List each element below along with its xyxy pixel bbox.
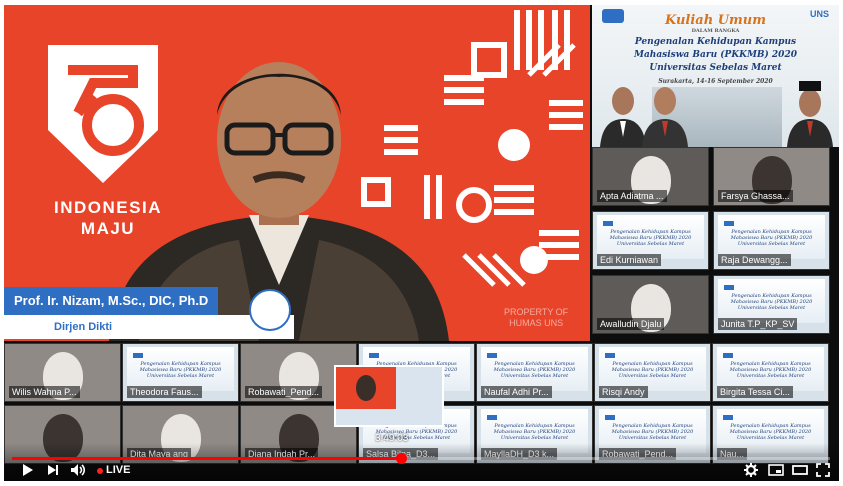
slide-logo	[724, 221, 734, 226]
participant-name: Junita T.P_KP_SV	[718, 318, 798, 330]
slide-text: Pengenalan Kehidupan Kampus Mahasiswa Ba…	[730, 229, 813, 247]
poster-line1: Pengenalan Kehidupan Kampus	[634, 37, 797, 47]
slide-text: Pengenalan Kehidupan Kampus Mahasiswa Ba…	[493, 423, 576, 441]
seek-preview-thumbnail	[334, 365, 444, 427]
theater-icon[interactable]	[792, 463, 808, 480]
slide-text: Pengenalan Kehidupan Kampus Mahasiswa Ba…	[611, 423, 694, 441]
slide-logo	[724, 285, 734, 290]
slide-logo	[603, 221, 613, 226]
participant-name: Robawati_Pend...	[245, 386, 323, 398]
watermark-line2: HUMAS UNS	[509, 318, 564, 328]
participant-tile: Pengenalan Kehidupan Kampus Mahasiswa Ba…	[122, 343, 239, 402]
watermark-line1: PROPERTY OF	[504, 307, 569, 317]
shared-slide: Pengenalan Kehidupan Kampus Mahasiswa Ba…	[597, 215, 704, 259]
slide-text: Pengenalan Kehidupan Kampus Mahasiswa Ba…	[139, 361, 222, 379]
slide-text: Pengenalan Kehidupan Kampus Mahasiswa Ba…	[493, 361, 576, 379]
participant-tile: Pengenalan Kehidupan Kampus Mahasiswa Ba…	[712, 343, 829, 402]
poster-portrait-2	[642, 87, 688, 147]
event-poster: UNS Kuliah Umum DALAM RANGKA Pengenalan …	[592, 5, 839, 147]
slide-text: Pengenalan Kehidupan Kampus Mahasiswa Ba…	[729, 361, 812, 379]
participant-tile: Wilis Wahna P...	[4, 343, 121, 402]
participant-name: Edi Kurniawan	[597, 254, 662, 266]
video-player[interactable]: INDONESIA MAJU Prof. Ir. Nizam, M.Sc., D…	[4, 5, 839, 481]
participant-tile: Pengenalan Kehidupan Kampus Mahasiswa Ba…	[713, 211, 830, 270]
slide-text: Pengenalan Kehidupan Kampus Mahasiswa Ba…	[609, 229, 692, 247]
shared-slide: Pengenalan Kehidupan Kampus Mahasiswa Ba…	[599, 347, 706, 391]
participant-tile: Farsya Ghassa...	[713, 147, 830, 206]
uns-logo	[249, 289, 291, 331]
participant-tile: Pengenalan Kehidupan Kampus Mahasiswa Ba…	[713, 275, 830, 334]
participant-name: Wilis Wahna P...	[9, 386, 80, 398]
slide-logo	[133, 353, 143, 358]
participant-name: Naufal Adhi Pr...	[481, 386, 552, 398]
participant-tile: Pengenalan Kehidupan Kampus Mahasiswa Ba…	[476, 343, 593, 402]
shared-slide: Pengenalan Kehidupan Kampus Mahasiswa Ba…	[481, 347, 588, 391]
poster-line3: Universitas Sebelas Maret	[649, 63, 782, 73]
participant-name: Apta Adiatma ...	[597, 190, 667, 202]
preview-person	[356, 375, 376, 401]
participant-tile: Apta Adiatma ...	[592, 147, 709, 206]
shared-slide: Pengenalan Kehidupan Kampus Mahasiswa Ba…	[718, 279, 825, 323]
slide-text: Pengenalan Kehidupan Kampus Mahasiswa Ba…	[730, 293, 813, 311]
progress-bar[interactable]	[12, 453, 830, 464]
slide-logo	[487, 353, 497, 358]
live-label[interactable]: LIVE	[106, 464, 130, 476]
poster-portrait-3	[787, 81, 833, 147]
shared-slide: Pengenalan Kehidupan Kampus Mahasiswa Ba…	[127, 347, 234, 391]
play-icon[interactable]	[20, 463, 34, 480]
participant-name: Raja Dewangg...	[718, 254, 791, 266]
fullscreen-icon[interactable]	[816, 463, 830, 480]
progress-fill	[12, 457, 401, 460]
player-controls: LIVE	[4, 443, 839, 481]
settings-icon[interactable]	[744, 463, 758, 480]
participant-tile: Pengenalan Kehidupan Kampus Mahasiswa Ba…	[592, 211, 709, 270]
progress-scrubber[interactable]	[395, 453, 407, 464]
slide-logo	[605, 353, 615, 358]
slide-logo	[487, 415, 497, 420]
speaker-video: INDONESIA MAJU Prof. Ir. Nizam, M.Sc., D…	[4, 5, 590, 341]
participant-name: Theodora Faus...	[127, 386, 202, 398]
poster-portrait-1	[600, 87, 646, 147]
volume-icon[interactable]	[70, 463, 86, 480]
slide-logo	[369, 353, 379, 358]
slide-logo	[723, 415, 733, 420]
miniplayer-icon[interactable]	[768, 463, 784, 480]
participant-name: Awalludin Djalu	[597, 318, 665, 330]
participant-name: Birgita Tessa Ci...	[717, 386, 793, 398]
participant-tile: Pengenalan Kehidupan Kampus Mahasiswa Ba…	[594, 343, 711, 402]
speaker-name-bar: Prof. Ir. Nizam, M.Sc., DIC, Ph.D	[4, 287, 219, 315]
shared-slide: Pengenalan Kehidupan Kampus Mahasiswa Ba…	[718, 215, 825, 259]
participant-tile: Awalludin Djalu	[592, 275, 709, 334]
watermark: PROPERTY OF HUMAS UNS	[504, 307, 568, 329]
slide-text: Pengenalan Kehidupan Kampus Mahasiswa Ba…	[611, 361, 694, 379]
live-indicator-icon	[97, 468, 103, 474]
slide-text: Pengenalan Kehidupan Kampus Mahasiswa Ba…	[729, 423, 812, 441]
poster-subtitle: DALAM RANGKA	[691, 28, 740, 34]
poster-title: Kuliah Umum	[664, 13, 767, 28]
poster-line2: Mahasiswa Baru (PKKMB) 2020	[634, 50, 797, 60]
participant-name: Risqi Andy	[599, 386, 648, 398]
participant-name: Farsya Ghassa...	[718, 190, 793, 202]
slide-logo	[605, 415, 615, 420]
slide-logo	[723, 353, 733, 358]
shared-slide: Pengenalan Kehidupan Kampus Mahasiswa Ba…	[717, 347, 824, 391]
next-icon[interactable]	[46, 463, 60, 480]
